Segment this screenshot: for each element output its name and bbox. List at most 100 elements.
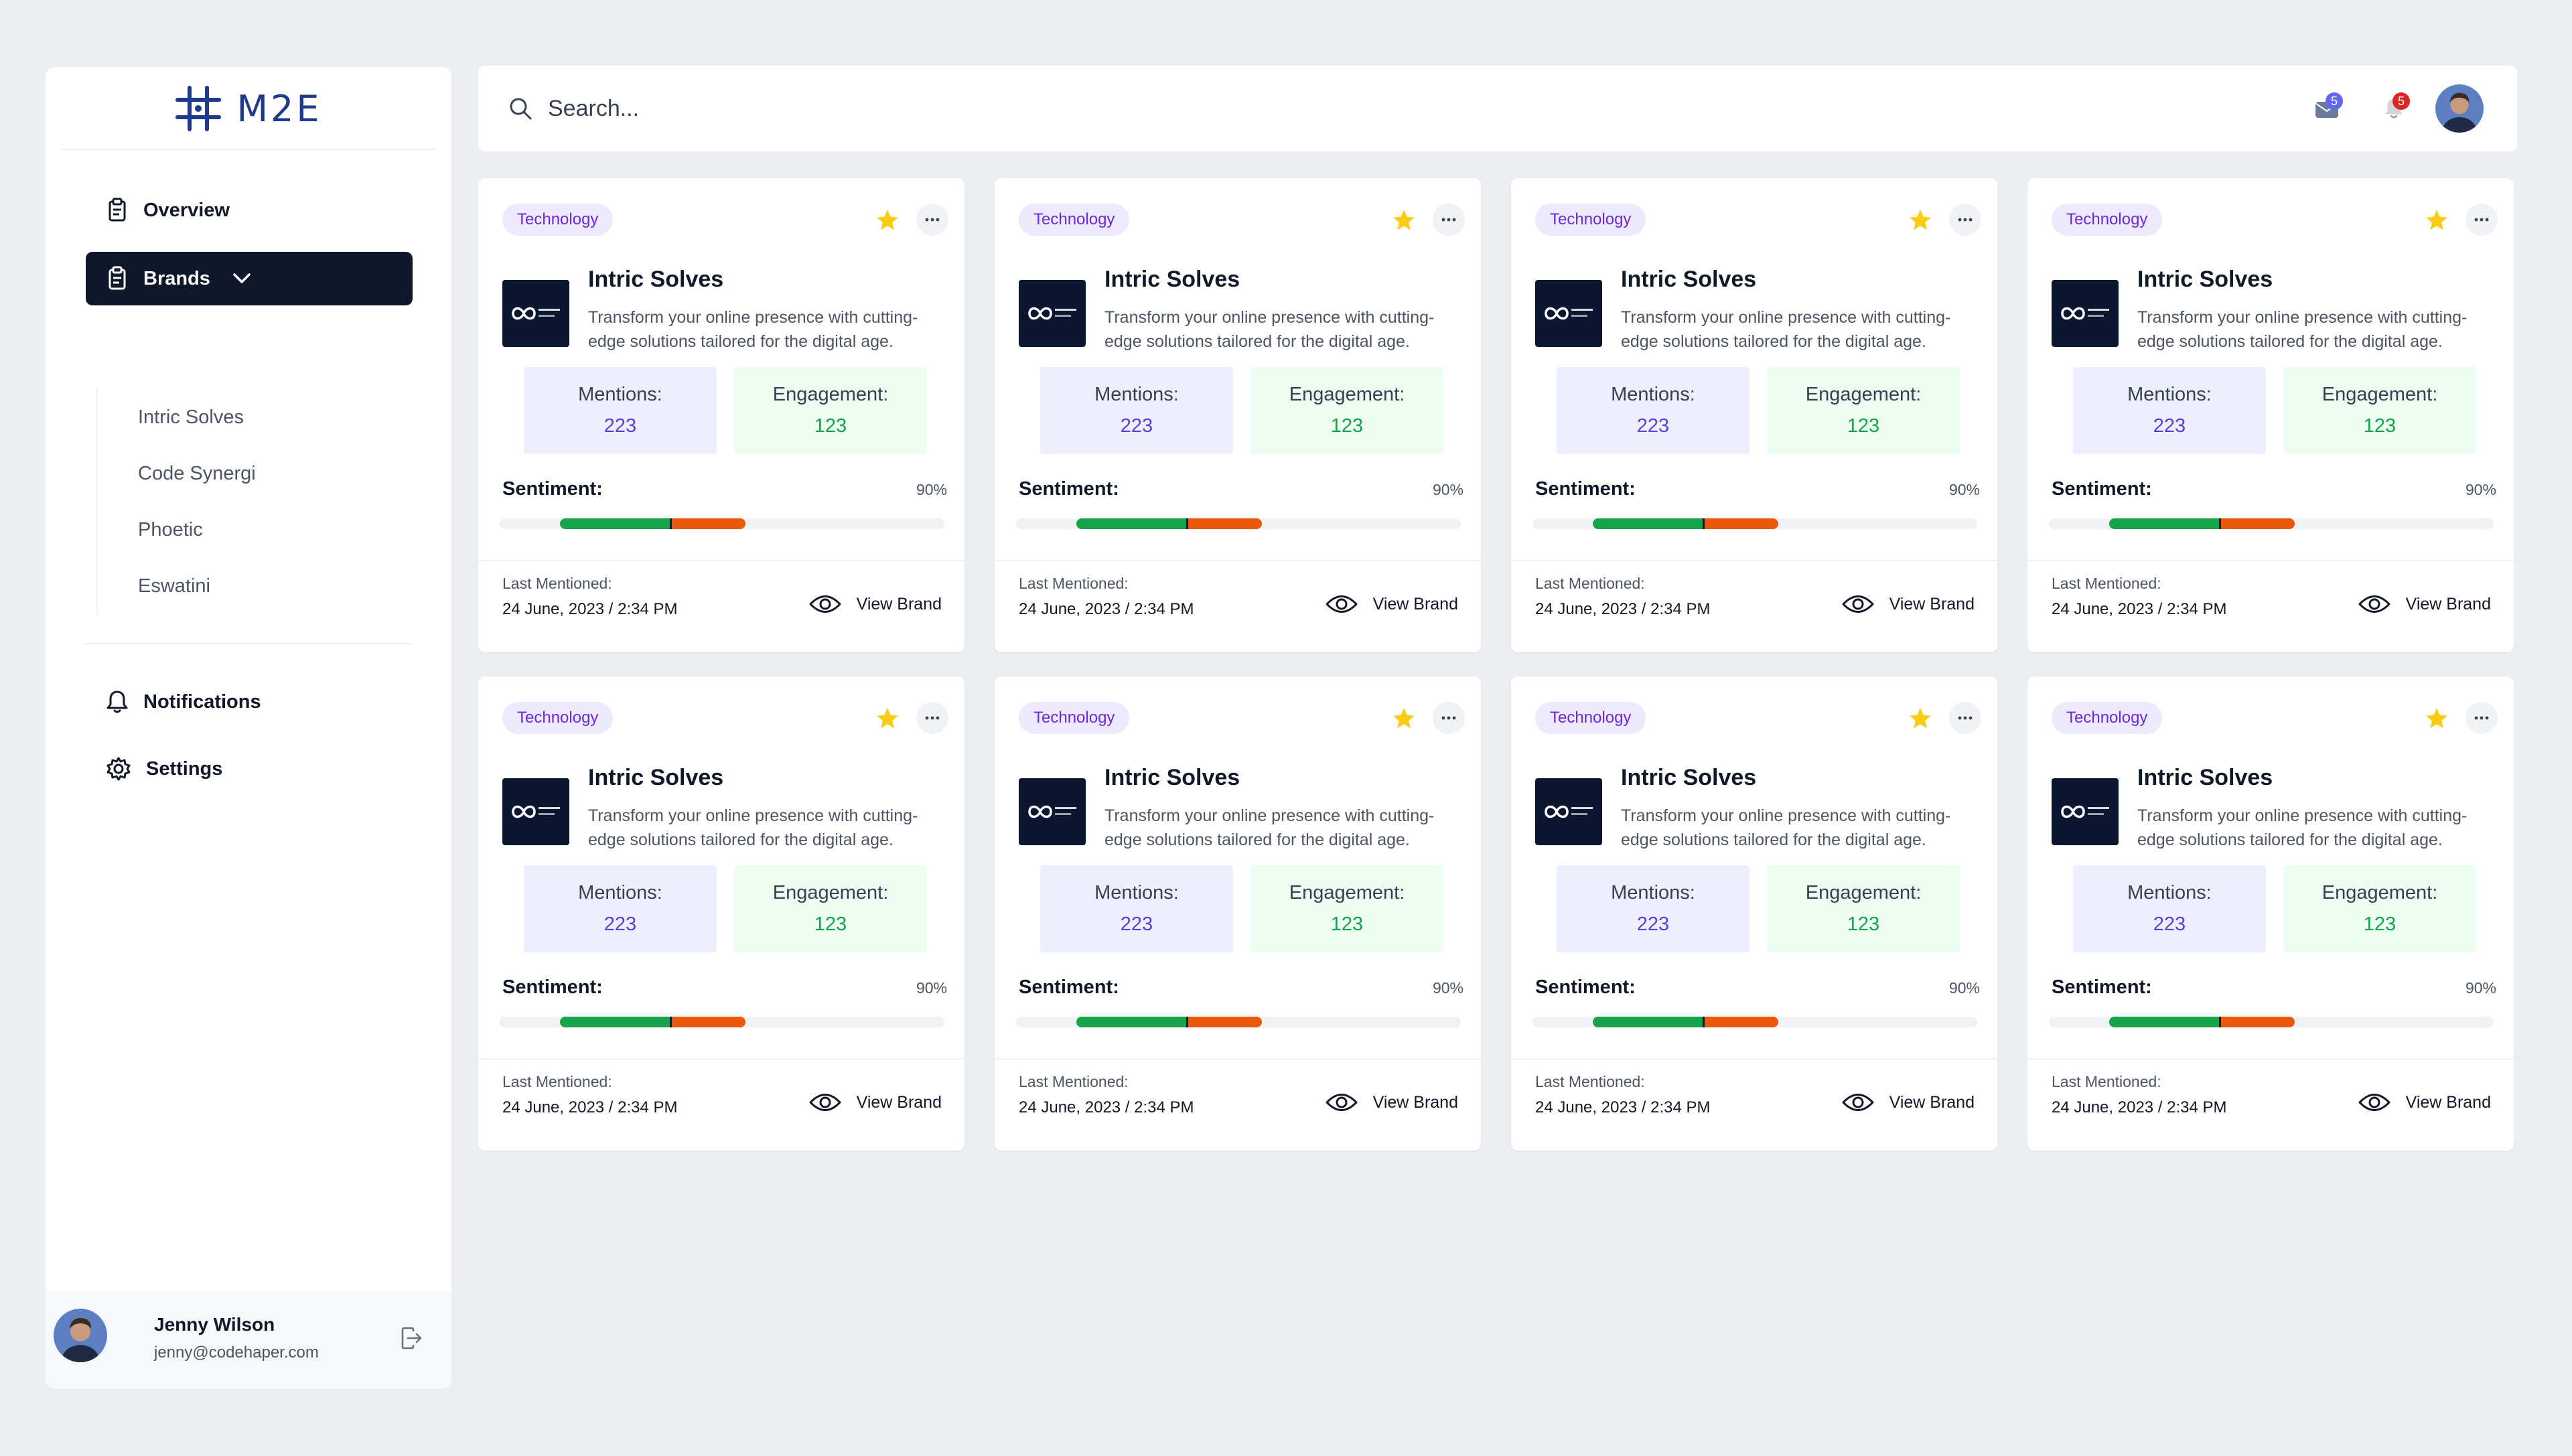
sentiment-percent: 90% — [1432, 979, 1463, 997]
more-options-button[interactable] — [2466, 702, 2498, 734]
brand-card[interactable]: Technology Intric Solves Transform your … — [1511, 676, 1997, 1151]
messages-button[interactable]: 5 — [2307, 88, 2347, 129]
mentions-stat: Mentions: 223 — [524, 865, 717, 952]
star-icon[interactable] — [875, 208, 900, 233]
star-icon[interactable] — [1908, 706, 1933, 731]
category-tag[interactable]: Technology — [502, 702, 614, 734]
header-avatar[interactable] — [2435, 84, 2484, 133]
star-icon[interactable] — [1391, 706, 1417, 731]
engagement-label: Engagement: — [772, 882, 889, 903]
divider — [84, 643, 413, 644]
view-brand-button[interactable]: View Brand — [1841, 1086, 1975, 1118]
mentions-label: Mentions: — [1611, 384, 1695, 405]
engagement-value: 123 — [1330, 914, 1364, 935]
submenu-item-code-synergi[interactable]: Code Synergi — [138, 457, 339, 490]
app-logo[interactable]: M2E — [46, 67, 451, 150]
sentiment-bar — [1532, 518, 1977, 529]
more-options-button[interactable] — [2466, 204, 2498, 236]
engagement-value: 123 — [1847, 914, 1880, 935]
divider — [1511, 1058, 1997, 1060]
search-input[interactable] — [548, 95, 1084, 122]
mentions-stat: Mentions: 223 — [2073, 367, 2266, 454]
last-mentioned-value: 24 June, 2023 / 2:34 PM — [1535, 1098, 1711, 1116]
more-options-button[interactable] — [916, 204, 948, 236]
sentiment-bar — [1016, 518, 1461, 529]
engagement-label: Engagement: — [1805, 384, 1922, 405]
brand-name: Intric Solves — [588, 267, 724, 292]
last-mentioned-label: Last Mentioned: — [1535, 1073, 1645, 1090]
sentiment-negative-segment — [2220, 518, 2295, 529]
brand-logo-icon — [2061, 307, 2109, 320]
mentions-value: 223 — [1120, 914, 1153, 935]
sentiment-divider-marker — [2219, 518, 2222, 529]
view-brand-button[interactable]: View Brand — [2358, 1086, 2491, 1118]
star-icon[interactable] — [1908, 208, 1933, 233]
submenu-item-phoetic[interactable]: Phoetic — [138, 513, 339, 547]
category-tag[interactable]: Technology — [502, 204, 614, 236]
brand-card[interactable]: Technology Intric Solves Transform your … — [478, 178, 964, 652]
view-brand-button[interactable]: View Brand — [1325, 1086, 1458, 1118]
more-options-button[interactable] — [916, 702, 948, 734]
brand-logo — [502, 280, 569, 347]
mentions-label: Mentions: — [1094, 882, 1179, 903]
brand-card-grid: Technology Intric Solves Transform your … — [478, 178, 2514, 1151]
category-tag[interactable]: Technology — [2052, 204, 2163, 236]
brand-description: Transform your online presence with cutt… — [588, 806, 918, 849]
category-tag[interactable]: Technology — [1535, 702, 1646, 734]
view-brand-label: View Brand — [2405, 1092, 2491, 1112]
eye-icon — [1326, 595, 1358, 613]
engagement-stat: Engagement: 123 — [734, 865, 927, 952]
sentiment-negative-segment — [1703, 518, 1778, 529]
category-tag[interactable]: Technology — [1019, 702, 1130, 734]
sentiment-bar — [2049, 1017, 2494, 1027]
sentiment-bar — [1016, 1017, 1461, 1027]
search-bar[interactable] — [508, 87, 1111, 130]
brand-card[interactable]: Technology Intric Solves Transform your … — [1511, 178, 1997, 652]
star-icon[interactable] — [2424, 208, 2449, 233]
sidebar: M2E Overview Brands Intric Solves Code S… — [46, 67, 451, 1389]
sentiment-bar — [500, 1017, 944, 1027]
sentiment-label: Sentiment: — [2052, 478, 2152, 500]
last-mentioned-value: 24 June, 2023 / 2:34 PM — [1019, 600, 1194, 618]
star-icon[interactable] — [2424, 706, 2449, 731]
view-brand-button[interactable]: View Brand — [808, 1086, 942, 1118]
more-horizontal-icon — [1958, 716, 1973, 720]
submenu-item-intric-solves[interactable]: Intric Solves — [138, 401, 339, 434]
view-brand-button[interactable]: View Brand — [2358, 588, 2491, 620]
mentions-label: Mentions: — [1611, 882, 1695, 903]
sentiment-negative-segment — [670, 518, 745, 529]
more-options-button[interactable] — [1949, 702, 1981, 734]
nav-brands[interactable]: Brands — [86, 252, 413, 305]
more-options-button[interactable] — [1949, 204, 1981, 236]
sentiment-divider-marker — [670, 518, 672, 529]
nav-notifications[interactable]: Notifications — [86, 675, 413, 729]
nav-overview[interactable]: Overview — [86, 184, 413, 237]
engagement-value: 123 — [814, 415, 847, 437]
last-mentioned-value: 24 June, 2023 / 2:34 PM — [2052, 1098, 2227, 1116]
logout-button[interactable] — [394, 1321, 429, 1356]
submenu-item-eswatini[interactable]: Eswatini — [138, 569, 339, 603]
sentiment-percent: 90% — [1948, 979, 1980, 997]
brand-card[interactable]: Technology Intric Solves Transform your … — [995, 178, 1481, 652]
nav-settings[interactable]: Settings — [86, 742, 413, 796]
sentiment-negative-segment — [1187, 1017, 1262, 1027]
brand-card[interactable]: Technology Intric Solves Transform your … — [2027, 676, 2514, 1151]
category-tag[interactable]: Technology — [1535, 204, 1646, 236]
star-icon[interactable] — [1391, 208, 1417, 233]
more-options-button[interactable] — [1433, 204, 1465, 236]
more-horizontal-icon — [2474, 218, 2489, 222]
last-mentioned-label: Last Mentioned: — [502, 1073, 612, 1090]
category-tag[interactable]: Technology — [1019, 204, 1130, 236]
notifications-button[interactable]: 5 — [2374, 88, 2414, 129]
view-brand-button[interactable]: View Brand — [1841, 588, 1975, 620]
sentiment-negative-segment — [1187, 518, 1262, 529]
brand-card[interactable]: Technology Intric Solves Transform your … — [478, 676, 964, 1151]
view-brand-button[interactable]: View Brand — [1325, 588, 1458, 620]
brand-card[interactable]: Technology Intric Solves Transform your … — [2027, 178, 2514, 652]
category-tag[interactable]: Technology — [2052, 702, 2163, 734]
user-avatar[interactable] — [54, 1309, 107, 1362]
star-icon[interactable] — [875, 706, 900, 731]
view-brand-button[interactable]: View Brand — [808, 588, 942, 620]
more-options-button[interactable] — [1433, 702, 1465, 734]
brand-card[interactable]: Technology Intric Solves Transform your … — [995, 676, 1481, 1151]
